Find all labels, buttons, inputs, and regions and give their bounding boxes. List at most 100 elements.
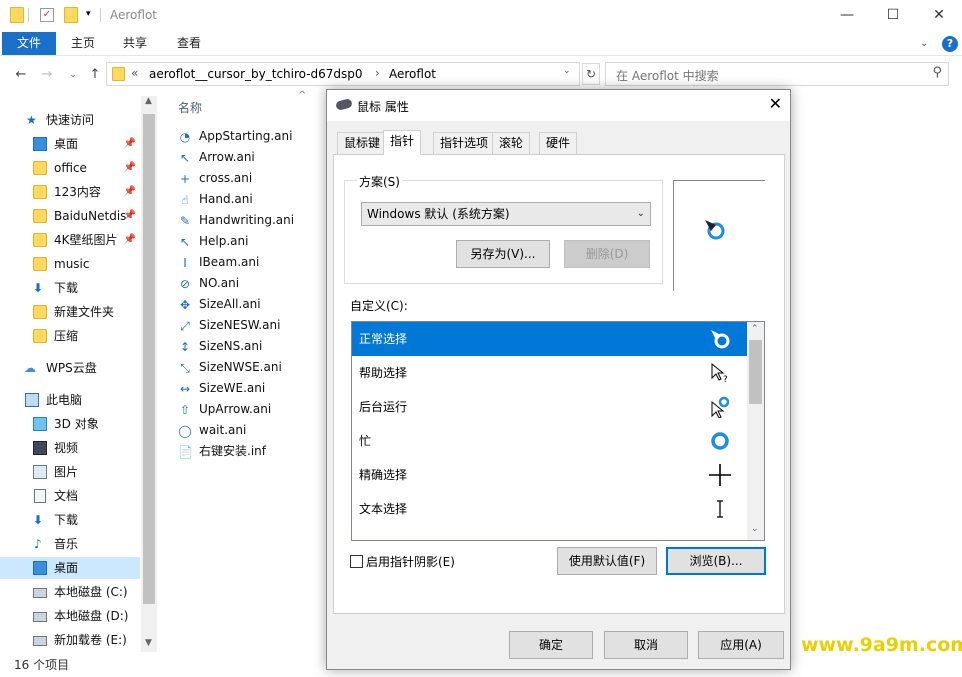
sidebar-item-office[interactable]: office 📌: [0, 157, 140, 179]
breadcrumb-segment[interactable]: aeroflot__cursor_by_tchiro-d67dsp0: [149, 67, 363, 81]
cursor-row-text[interactable]: 文本选择: [352, 492, 747, 526]
sidebar-item-compress[interactable]: 压缩: [0, 325, 140, 347]
column-header-name[interactable]: 名称: [178, 99, 202, 116]
tab-buttons[interactable]: 鼠标键: [337, 132, 388, 154]
sidebar-item-drive-e[interactable]: 新加载卷 (E:): [0, 629, 140, 651]
file-item[interactable]: ⊘ NO.ani: [178, 273, 239, 294]
tab-pointer-options[interactable]: 指针选项: [433, 132, 496, 154]
tab-share[interactable]: 共享: [110, 32, 160, 55]
sidebar-item-new-folder[interactable]: 新建文件夹: [0, 301, 140, 323]
dialog-close-icon[interactable]: ✕: [769, 94, 782, 113]
pointer-shadow-checkbox[interactable]: 启用指针阴影(E): [350, 553, 455, 570]
browse-button[interactable]: 浏览(B)...: [666, 547, 766, 575]
sidebar-item-documents[interactable]: 文档: [0, 485, 140, 507]
scroll-down-icon[interactable]: ⌄: [751, 524, 759, 534]
file-item[interactable]: ⤡ SizeNWSE.ani: [178, 357, 282, 378]
file-item[interactable]: ⇧ UpArrow.ani: [178, 399, 271, 420]
customize-quick-access-icon[interactable]: ▾: [86, 9, 91, 19]
folder-icon: [33, 233, 47, 247]
address-dropdown-icon[interactable]: ⌄: [563, 66, 571, 76]
cursor-list-scrollbar[interactable]: ⌃ ⌄: [747, 322, 764, 540]
sidebar-item-label: office: [54, 161, 87, 175]
sidebar-item-downloads[interactable]: ⬇ 下载: [0, 277, 140, 299]
sidebar-item-label: 此电脑: [46, 393, 83, 407]
sidebar-item-desktop-pc[interactable]: 桌面: [0, 557, 140, 579]
sidebar-item-music-folder[interactable]: music: [0, 253, 140, 275]
properties-icon[interactable]: ✓: [40, 8, 54, 22]
cursor-row-precision[interactable]: 精确选择: [352, 458, 747, 492]
sidebar-item-music[interactable]: ♪ 音乐: [0, 533, 140, 555]
minimize-button[interactable]: —: [824, 0, 870, 30]
file-item[interactable]: ✎ Handwriting.ani: [178, 210, 294, 231]
search-icon[interactable]: ⚲: [932, 65, 942, 80]
file-item[interactable]: ↕ SizeNS.ani: [178, 336, 262, 357]
sidebar-item-pictures[interactable]: 图片: [0, 461, 140, 483]
ok-button[interactable]: 确定: [509, 631, 593, 659]
cursor-list[interactable]: 正常选择 帮助选择 ? 后台运行 忙 精确选择 文本选择 ⌃ ⌄: [351, 321, 765, 541]
tab-view[interactable]: 查看: [164, 32, 214, 55]
navigation-scrollbar[interactable]: ▲ ▼: [141, 96, 157, 652]
use-default-button[interactable]: 使用默认值(F): [557, 547, 657, 575]
sidebar-item-123[interactable]: 123内容 📌: [0, 181, 140, 203]
scroll-down-icon[interactable]: ▼: [145, 638, 152, 648]
sidebar-item-wps-cloud[interactable]: ☁ WPS云盘: [0, 357, 140, 379]
search-input[interactable]: 在 Aeroflot 中搜索 ⚲: [605, 62, 949, 86]
sidebar-item-drive-d[interactable]: 本地磁盘 (D:): [0, 605, 140, 627]
address-bar[interactable]: « aeroflot__cursor_by_tchiro-d67dsp0 › A…: [106, 62, 580, 86]
cancel-button[interactable]: 取消: [604, 631, 688, 659]
scheme-group: [344, 180, 663, 284]
cursor-row-normal[interactable]: 正常选择: [352, 322, 747, 356]
ani-file-icon: +: [179, 172, 191, 186]
new-folder-icon[interactable]: [64, 7, 78, 23]
sidebar-item-baidunetdisk[interactable]: BaiduNetdis 📌: [0, 205, 140, 227]
expand-ribbon-icon[interactable]: ⌄: [920, 38, 928, 49]
checkbox-box[interactable]: [350, 555, 363, 568]
maximize-button[interactable]: ☐: [870, 0, 916, 30]
tab-hardware[interactable]: 硬件: [539, 132, 578, 154]
up-arrow-icon[interactable]: ↑: [86, 66, 104, 84]
file-item[interactable]: I IBeam.ani: [178, 252, 259, 273]
refresh-icon[interactable]: ↻: [582, 63, 600, 85]
sidebar-item-desktop[interactable]: 桌面 📌: [0, 133, 140, 155]
breadcrumb-chevron[interactable]: «: [131, 66, 138, 80]
forward-arrow-icon[interactable]: →: [38, 66, 56, 84]
back-arrow-icon[interactable]: ←: [12, 66, 30, 84]
cursor-row-busy[interactable]: 忙: [352, 424, 747, 458]
scroll-up-icon[interactable]: ⌃: [751, 324, 759, 334]
sidebar-item-drive-c[interactable]: 本地磁盘 (C:): [0, 581, 140, 603]
delete-button[interactable]: 删除(D): [564, 240, 650, 268]
scrollbar-thumb[interactable]: [749, 340, 762, 404]
sidebar-item-downloads-pc[interactable]: ⬇ 下载: [0, 509, 140, 531]
file-item[interactable]: ↔ SizeWE.ani: [178, 378, 265, 399]
file-item[interactable]: ◔ AppStarting.ani: [178, 126, 293, 147]
sidebar-item-4k-wallpaper[interactable]: 4K壁纸图片 📌: [0, 229, 140, 251]
tab-home[interactable]: 主页: [58, 32, 108, 55]
scroll-up-icon[interactable]: ▲: [145, 96, 152, 106]
tab-wheel[interactable]: 滚轮: [492, 132, 531, 154]
tab-file[interactable]: 文件: [2, 32, 56, 55]
sidebar-item-this-pc[interactable]: 此电脑: [0, 389, 140, 411]
file-item[interactable]: ◯ wait.ani: [178, 420, 246, 441]
file-item[interactable]: ↖ Help.ani: [178, 231, 249, 252]
sidebar-item-3d-objects[interactable]: 3D 对象: [0, 413, 140, 435]
help-icon[interactable]: ?: [942, 36, 958, 52]
file-item[interactable]: + cross.ani: [178, 168, 252, 189]
close-button[interactable]: ✕: [916, 0, 962, 30]
file-item[interactable]: ✥ SizeAll.ani: [178, 294, 261, 315]
file-item[interactable]: ↖ Arrow.ani: [178, 147, 255, 168]
file-item[interactable]: ⤢ SizeNESW.ani: [178, 315, 280, 336]
cursor-row-working[interactable]: 后台运行: [352, 390, 747, 424]
sidebar-item-videos[interactable]: 视频: [0, 437, 140, 459]
scrollbar-thumb[interactable]: [143, 114, 155, 604]
tab-pointers[interactable]: 指针: [383, 130, 422, 155]
apply-button[interactable]: 应用(A): [698, 631, 784, 659]
scheme-select[interactable]: Windows 默认 (系统方案) ⌄: [361, 202, 651, 226]
recent-locations-icon[interactable]: ⌄: [64, 66, 82, 84]
save-as-button[interactable]: 另存为(V)...: [456, 240, 550, 268]
cursor-row-help[interactable]: 帮助选择 ?: [352, 356, 747, 390]
breadcrumb-separator-icon[interactable]: ›: [375, 66, 380, 80]
sidebar-item-quick-access[interactable]: ★ 快速访问: [0, 109, 140, 131]
breadcrumb-segment[interactable]: Aeroflot: [389, 67, 436, 81]
file-item[interactable]: ☝ Hand.ani: [178, 189, 252, 210]
file-item[interactable]: 📄 右键安装.inf: [178, 441, 266, 462]
